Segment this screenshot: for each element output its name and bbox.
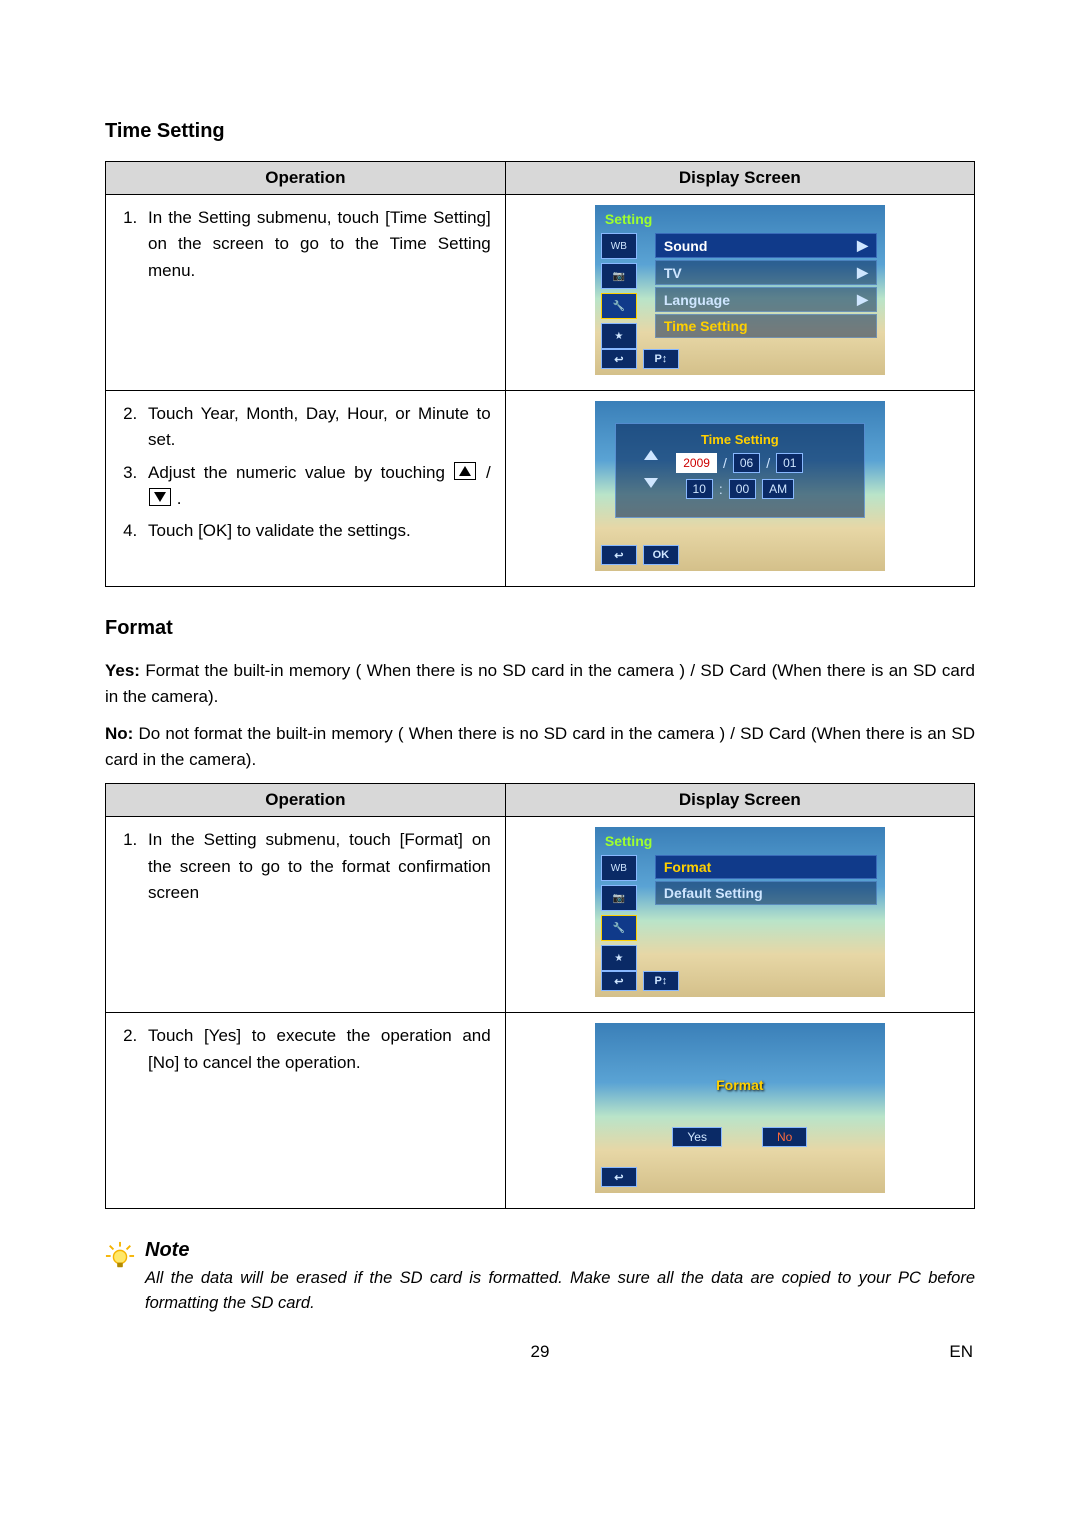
- back-icon: ↩: [601, 349, 637, 369]
- menu-item-format: Format: [655, 855, 877, 879]
- confirm-title: Format: [595, 1077, 885, 1093]
- side-icon: 📷: [601, 263, 637, 289]
- side-icon: 🔧: [601, 293, 637, 319]
- arrow-down-icon: [644, 478, 658, 488]
- cell-op-3: In the Setting submenu, touch [Format] o…: [106, 817, 506, 1013]
- heading-time-setting: Time Setting: [105, 120, 975, 143]
- lightbulb-icon: [105, 1241, 135, 1271]
- bottom-bar: ↩: [601, 1167, 637, 1187]
- note-text: All the data will be erased if the SD ca…: [145, 1266, 975, 1316]
- page-footer: 29 EN: [105, 1342, 975, 1362]
- panel-title: Time Setting: [626, 432, 854, 447]
- no-button: No: [762, 1127, 807, 1147]
- back-icon: ↩: [601, 1167, 637, 1187]
- note-heading: Note: [145, 1239, 975, 1262]
- arrow-up-icon: [644, 450, 658, 460]
- menu-list: Sound▶ TV▶ Language▶ Time Setting: [655, 233, 877, 340]
- screen-format-menu: Setting WB 📷 🔧 ★ Format Default Setting …: [595, 827, 885, 997]
- side-icons: WB 📷 🔧 ★: [601, 233, 639, 353]
- cell-op-2: Touch Year, Month, Day, Hour, or Minute …: [106, 391, 506, 587]
- side-icon: 📷: [601, 885, 637, 911]
- ampm-field: AM: [762, 479, 794, 499]
- step-3: Adjust the numeric value by touching / .: [142, 460, 491, 513]
- menu-item-default-setting: Default Setting: [655, 881, 877, 905]
- screen-title: Setting: [605, 211, 652, 227]
- heading-format: Format: [105, 617, 975, 640]
- table-time-setting: Operation Display Screen In the Setting …: [105, 161, 975, 587]
- screen-time-setting-edit: Time Setting 2009 / 06 / 01: [595, 401, 885, 571]
- cell-op-4: Touch [Yes] to execute the operation and…: [106, 1013, 506, 1209]
- back-icon: ↩: [601, 545, 637, 565]
- step-2: Touch [Yes] to execute the operation and…: [142, 1023, 491, 1076]
- time-panel: Time Setting 2009 / 06 / 01: [615, 423, 865, 518]
- chevron-right-icon: ▶: [857, 264, 868, 281]
- page-scroll-icon: P↕: [643, 971, 679, 991]
- step-4: Touch [OK] to validate the settings.: [142, 518, 491, 544]
- cell-screen-2: Time Setting 2009 / 06 / 01: [505, 391, 974, 587]
- side-icon: WB: [601, 855, 637, 881]
- page-content: Time Setting Operation Display Screen In…: [0, 0, 1080, 1412]
- step-2: Touch Year, Month, Day, Hour, or Minute …: [142, 401, 491, 454]
- note-block: Note All the data will be erased if the …: [105, 1239, 975, 1316]
- year-field: 2009: [676, 453, 717, 473]
- menu-item-tv: TV▶: [655, 260, 877, 285]
- month-field: 06: [733, 453, 760, 473]
- hour-field: 10: [686, 479, 713, 499]
- format-yes-line: Yes: Format the built-in memory ( When t…: [105, 658, 975, 711]
- bottom-bar: ↩ P↕: [601, 971, 679, 991]
- yes-button: Yes: [672, 1127, 722, 1147]
- step-1: In the Setting submenu, touch [Format] o…: [142, 827, 491, 906]
- side-icon: WB: [601, 233, 637, 259]
- minute-field: 00: [729, 479, 756, 499]
- th-operation: Operation: [106, 162, 506, 195]
- menu-item-sound: Sound▶: [655, 233, 877, 258]
- day-field: 01: [776, 453, 803, 473]
- arrow-up-icon: [454, 462, 476, 480]
- th-operation: Operation: [106, 784, 506, 817]
- cell-op-1: In the Setting submenu, touch [Time Sett…: [106, 195, 506, 391]
- table-format: Operation Display Screen In the Setting …: [105, 783, 975, 1209]
- back-icon: ↩: [601, 971, 637, 991]
- page-number: 29: [167, 1342, 913, 1362]
- side-icon: ★: [601, 945, 637, 971]
- format-no-line: No: Do not format the built-in memory ( …: [105, 721, 975, 774]
- page-scroll-icon: P↕: [643, 349, 679, 369]
- cell-screen-3: Setting WB 📷 🔧 ★ Format Default Setting …: [505, 817, 974, 1013]
- yes-no-row: Yes No: [595, 1127, 885, 1147]
- chevron-right-icon: ▶: [857, 291, 868, 308]
- side-icon: 🔧: [601, 915, 637, 941]
- arrow-down-icon: [149, 488, 171, 506]
- language-code: EN: [913, 1342, 973, 1362]
- side-icon: ★: [601, 323, 637, 349]
- bottom-bar: ↩ P↕: [601, 349, 679, 369]
- screen-format-confirm: Format Yes No ↩: [595, 1023, 885, 1193]
- screen-title: Setting: [605, 833, 652, 849]
- side-icons: WB 📷 🔧 ★: [601, 855, 639, 975]
- menu-item-language: Language▶: [655, 287, 877, 312]
- bottom-bar: ↩ OK: [601, 545, 679, 565]
- th-display-screen: Display Screen: [505, 162, 974, 195]
- screen-setting-menu: Setting WB 📷 🔧 ★ Sound▶ TV▶ Language▶ Ti…: [595, 205, 885, 375]
- ok-button: OK: [643, 545, 679, 565]
- step-1: In the Setting submenu, touch [Time Sett…: [142, 205, 491, 284]
- menu-list: Format Default Setting: [655, 855, 877, 907]
- cell-screen-1: Setting WB 📷 🔧 ★ Sound▶ TV▶ Language▶ Ti…: [505, 195, 974, 391]
- cell-screen-4: Format Yes No ↩: [505, 1013, 974, 1209]
- th-display-screen: Display Screen: [505, 784, 974, 817]
- menu-item-time-setting: Time Setting: [655, 314, 877, 338]
- chevron-right-icon: ▶: [857, 237, 868, 254]
